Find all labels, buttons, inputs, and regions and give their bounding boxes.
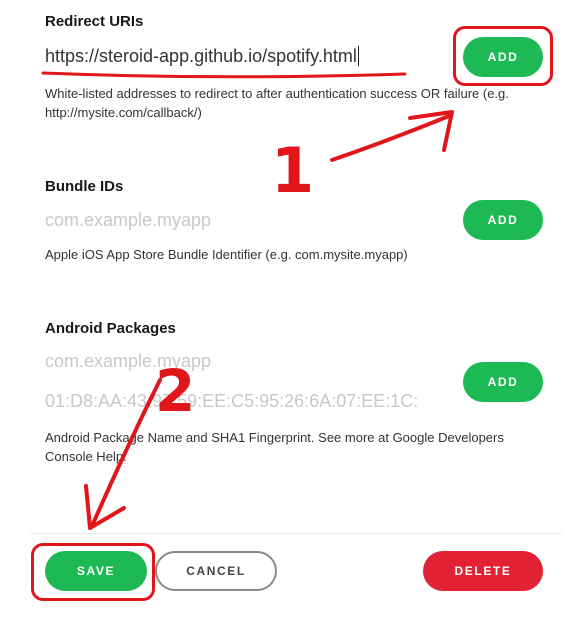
android-packages-label: Android Packages	[45, 320, 176, 337]
bundle-ids-label: Bundle IDs	[45, 178, 124, 195]
redirect-uri-input[interactable]: https://steroid-app.github.io/spotify.ht…	[45, 44, 359, 68]
bundle-ids-help: Apple iOS App Store Bundle Identifier (e…	[45, 247, 408, 262]
save-button[interactable]: SAVE	[45, 551, 147, 591]
add-android-package-button[interactable]: ADD	[463, 362, 543, 402]
android-packages-help: Android Package Name and SHA1 Fingerprin…	[45, 430, 504, 464]
cancel-button[interactable]: CANCEL	[155, 551, 277, 591]
bundle-id-input[interactable]: com.example.myapp	[45, 208, 211, 232]
footer-divider	[30, 533, 562, 534]
annotation-arrowhead-2	[84, 484, 126, 530]
redirect-uri-value: https://steroid-app.github.io/spotify.ht…	[45, 46, 357, 66]
annotation-underline	[41, 71, 407, 79]
delete-button[interactable]: DELETE	[423, 551, 543, 591]
redirect-uris-label: Redirect URIs	[45, 13, 144, 30]
annotation-arrow-1	[330, 114, 451, 162]
redirect-uris-help: White-listed addresses to redirect to af…	[45, 86, 509, 120]
add-redirect-uri-button[interactable]: ADD	[463, 37, 543, 77]
android-package-input[interactable]: com.example.myapp	[45, 349, 211, 373]
annotation-step-1: 1	[271, 134, 315, 207]
add-bundle-id-button[interactable]: ADD	[463, 200, 543, 240]
text-cursor	[357, 46, 359, 66]
sha1-fingerprint-input[interactable]: 01:D8:AA:43:97:59:EE:C5:95:26:6A:07:EE:1…	[45, 389, 418, 413]
